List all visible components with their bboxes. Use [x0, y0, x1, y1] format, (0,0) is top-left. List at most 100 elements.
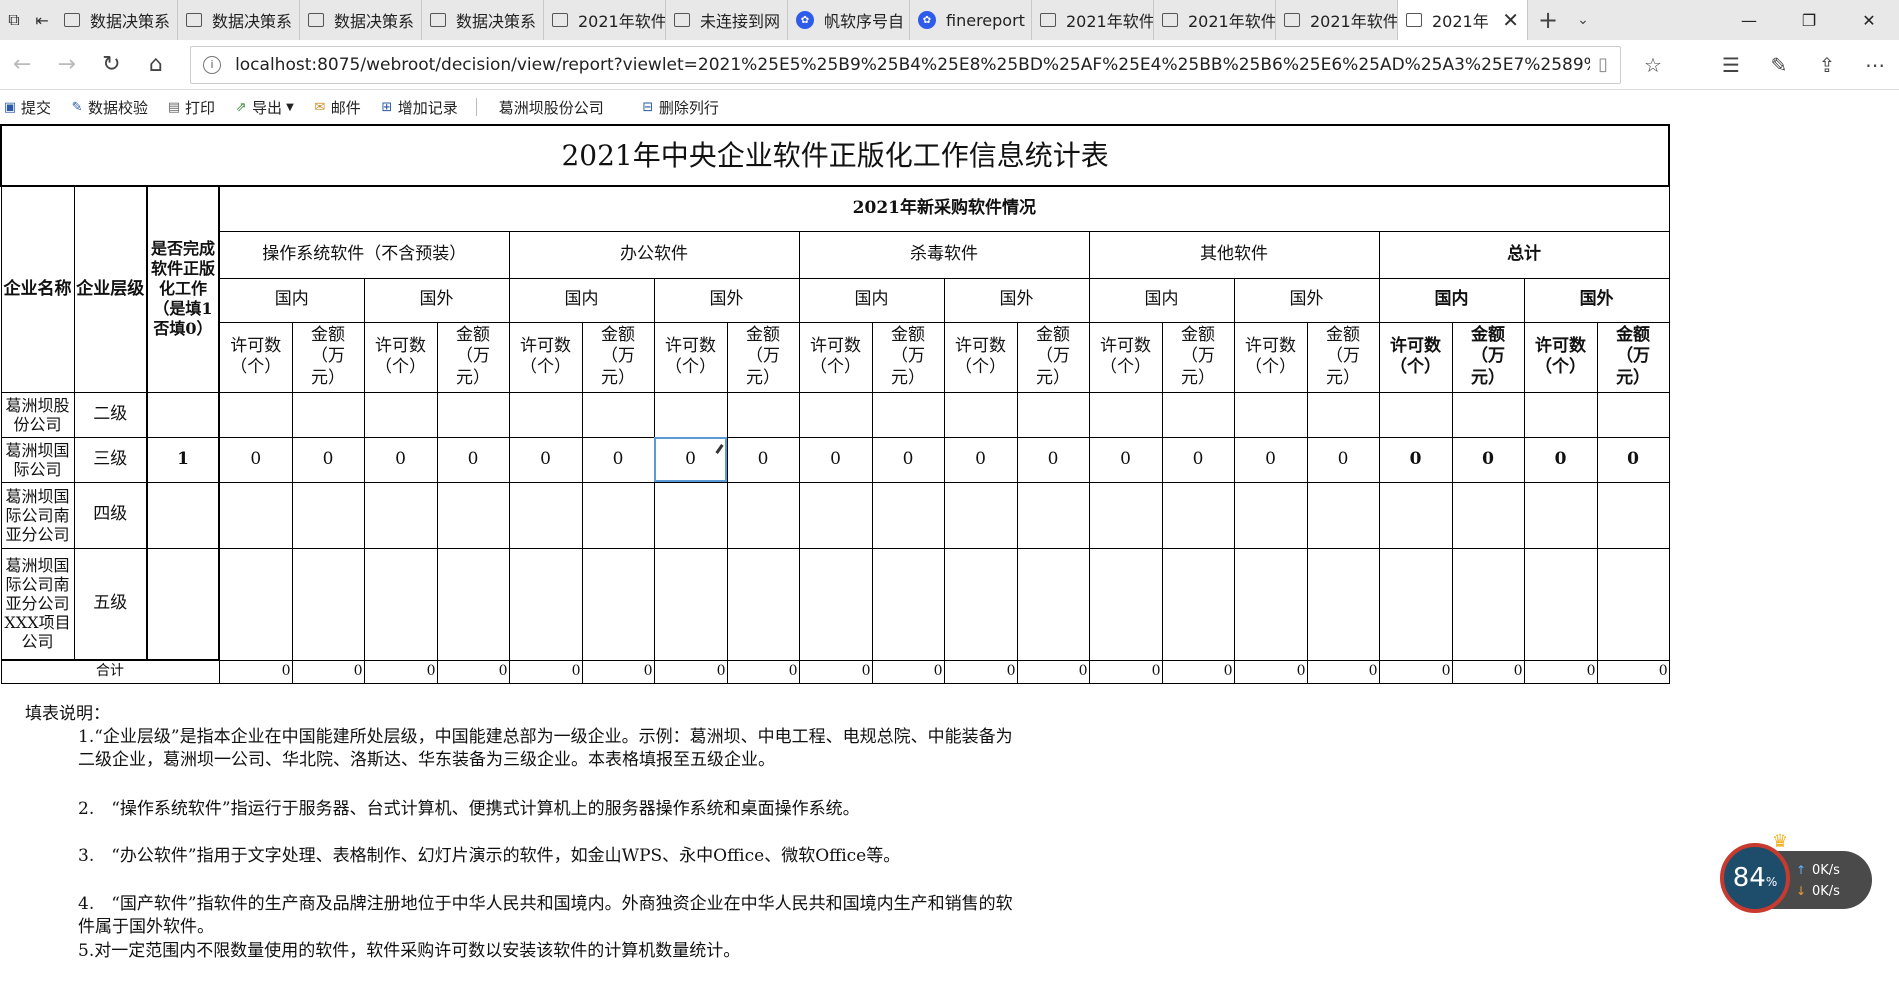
- value-cell[interactable]: [1451, 547, 1525, 661]
- browser-tab[interactable]: 2021年软件: [1276, 0, 1398, 40]
- value-cell[interactable]: 0: [1451, 436, 1525, 483]
- value-cell[interactable]: [508, 547, 583, 661]
- value-cell[interactable]: [726, 391, 800, 438]
- value-cell[interactable]: [1088, 391, 1163, 438]
- browser-tab[interactable]: 未连接到网: [666, 0, 788, 40]
- pen-icon[interactable]: ✎: [1755, 53, 1803, 77]
- value-cell[interactable]: 0: [1233, 436, 1308, 483]
- value-cell[interactable]: 0: [871, 436, 945, 483]
- value-cell[interactable]: [1016, 391, 1090, 438]
- value-cell[interactable]: [218, 391, 293, 438]
- value-cell[interactable]: 0: [436, 436, 510, 483]
- browser-tab[interactable]: 2021年软件: [1032, 0, 1154, 40]
- value-cell[interactable]: 0: [1161, 436, 1235, 483]
- value-cell[interactable]: [1161, 391, 1235, 438]
- value-cell[interactable]: [1088, 547, 1163, 661]
- value-cell[interactable]: 0: [508, 436, 583, 483]
- back-button[interactable]: ←: [0, 45, 45, 85]
- value-cell[interactable]: 0: [1088, 436, 1163, 483]
- value-cell[interactable]: [726, 481, 800, 549]
- value-cell[interactable]: [1306, 547, 1380, 661]
- minimize-button[interactable]: —: [1719, 0, 1779, 40]
- value-cell[interactable]: 0: [726, 436, 800, 483]
- tab-actions-icon[interactable]: ⧉: [0, 0, 28, 40]
- value-cell[interactable]: [653, 547, 728, 661]
- value-cell[interactable]: 0: [581, 436, 655, 483]
- value-cell[interactable]: [1233, 481, 1308, 549]
- value-cell[interactable]: [1233, 547, 1308, 661]
- add-record-button[interactable]: ⊞ 增加记录: [379, 97, 457, 118]
- value-cell[interactable]: [1596, 391, 1670, 438]
- info-icon[interactable]: i: [203, 55, 222, 74]
- value-cell[interactable]: [1378, 547, 1453, 661]
- value-cell[interactable]: 0: [1523, 436, 1598, 483]
- value-cell[interactable]: [508, 481, 583, 549]
- value-cell[interactable]: [943, 481, 1018, 549]
- value-cell[interactable]: [798, 481, 873, 549]
- value-cell[interactable]: [436, 547, 510, 661]
- value-cell[interactable]: [871, 481, 945, 549]
- value-cell[interactable]: 0: [291, 436, 365, 483]
- browser-tab[interactable]: 数据决策系: [300, 0, 422, 40]
- completed-cell[interactable]: 1: [146, 436, 220, 483]
- forward-button[interactable]: →: [45, 45, 90, 85]
- value-cell[interactable]: [1596, 481, 1670, 549]
- value-cell[interactable]: [1378, 391, 1453, 438]
- value-cell[interactable]: [218, 481, 293, 549]
- value-cell[interactable]: [363, 481, 438, 549]
- tab-active[interactable]: 2021年 ✕: [1398, 0, 1528, 40]
- close-window-button[interactable]: ✕: [1839, 0, 1899, 40]
- completed-cell[interactable]: [146, 391, 220, 438]
- value-cell[interactable]: [1306, 481, 1380, 549]
- value-cell[interactable]: [1233, 391, 1308, 438]
- home-button[interactable]: ⌂: [134, 45, 179, 85]
- value-cell[interactable]: 0: [1378, 436, 1453, 483]
- value-cell[interactable]: [291, 391, 365, 438]
- chevron-down-icon[interactable]: ⌄: [1568, 0, 1598, 40]
- value-cell[interactable]: 0: [798, 436, 873, 483]
- value-cell[interactable]: [1523, 547, 1598, 661]
- value-cell[interactable]: [1306, 391, 1380, 438]
- value-cell[interactable]: [436, 391, 510, 438]
- value-cell[interactable]: [291, 481, 365, 549]
- browser-tab[interactable]: 数据决策系: [56, 0, 178, 40]
- value-cell[interactable]: [798, 391, 873, 438]
- value-cell[interactable]: [1451, 481, 1525, 549]
- value-cell[interactable]: [653, 481, 728, 549]
- value-cell[interactable]: 0: [653, 436, 728, 483]
- value-cell[interactable]: [1016, 547, 1090, 661]
- value-cell[interactable]: [871, 391, 945, 438]
- value-cell[interactable]: [581, 547, 655, 661]
- browser-tab[interactable]: 数据决策系: [422, 0, 544, 40]
- value-cell[interactable]: [363, 547, 438, 661]
- share-icon[interactable]: ⇪: [1803, 53, 1851, 77]
- favorite-star-icon[interactable]: ☆: [1629, 53, 1677, 77]
- value-cell[interactable]: [508, 391, 583, 438]
- restore-button[interactable]: ❐: [1779, 0, 1839, 40]
- print-button[interactable]: ▤ 打印: [166, 97, 215, 118]
- reader-view-icon[interactable]: ▯: [1598, 54, 1608, 75]
- export-button[interactable]: ⇗ 导出 ▼: [233, 97, 294, 118]
- value-cell[interactable]: 0: [943, 436, 1018, 483]
- value-cell[interactable]: [726, 547, 800, 661]
- value-cell[interactable]: [1523, 481, 1598, 549]
- value-cell[interactable]: [653, 391, 728, 438]
- value-cell[interactable]: 0: [218, 436, 293, 483]
- value-cell[interactable]: [1378, 481, 1453, 549]
- value-cell[interactable]: [1161, 547, 1235, 661]
- tab-back-icon[interactable]: ⇤: [28, 0, 56, 40]
- value-cell[interactable]: [581, 481, 655, 549]
- value-cell[interactable]: [581, 391, 655, 438]
- value-cell[interactable]: [363, 391, 438, 438]
- value-cell[interactable]: [1451, 391, 1525, 438]
- refresh-button[interactable]: ↻: [89, 45, 134, 85]
- delete-row-button[interactable]: ⊟ 删除列行: [640, 97, 718, 118]
- url-field[interactable]: i localhost:8075/webroot/decision/view/r…: [190, 45, 1622, 84]
- value-cell[interactable]: [218, 547, 293, 661]
- more-icon[interactable]: ⋯: [1851, 53, 1899, 77]
- browser-tab[interactable]: ✿ finereport: [910, 0, 1032, 40]
- mail-button[interactable]: ✉ 邮件: [312, 97, 360, 118]
- value-cell[interactable]: 0: [1596, 436, 1670, 483]
- value-cell[interactable]: [943, 547, 1018, 661]
- value-cell[interactable]: [1523, 391, 1598, 438]
